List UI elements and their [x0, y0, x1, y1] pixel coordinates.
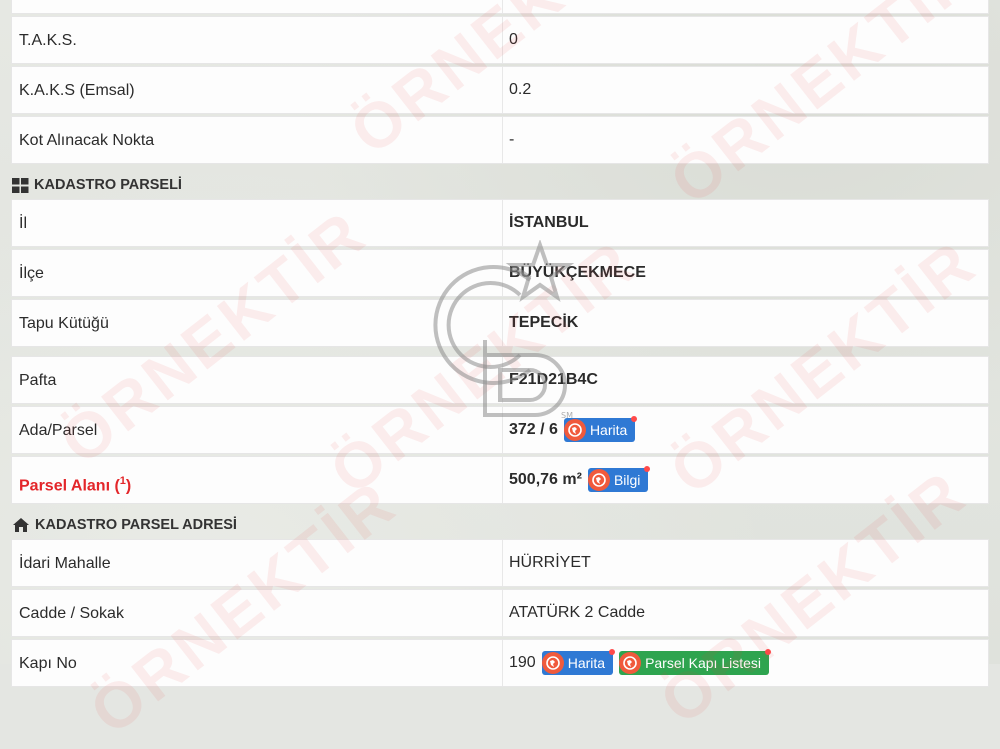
row-label: Pafta	[19, 372, 57, 389]
section-title: KADASTRO PARSELİ	[34, 177, 182, 193]
row-value: HÜRRİYET	[509, 554, 591, 571]
row-label: İlçe	[19, 265, 44, 282]
table-row-kaks: K.A.K.S (Emsal) 0.2	[11, 66, 989, 114]
table-row-idari-mahalle: İdari Mahalle HÜRRİYET	[11, 539, 989, 587]
row-value: 190	[509, 654, 536, 671]
notification-dot	[644, 466, 651, 472]
globe-icon	[563, 419, 586, 441]
notification-dot	[631, 416, 638, 422]
row-value: 372 / 6	[509, 421, 558, 438]
section-header-kadastro: KADASTRO PARSELİ	[12, 170, 182, 200]
table-row-kot: Kot Alınacak Nokta -	[11, 116, 989, 164]
home-icon	[13, 518, 29, 532]
table-row-taks: T.A.K.S. 0	[11, 16, 989, 64]
row-label: Parsel Alanı (1)	[19, 475, 132, 495]
section-header-adres: KADASTRO PARSEL ADRESİ	[12, 510, 237, 540]
table-row-ada-parsel: Ada/Parsel 372 / 6 Harita	[11, 406, 989, 454]
row-value: 0.2	[509, 81, 532, 98]
globe-icon	[541, 652, 564, 674]
parsel-kapi-listesi-button[interactable]: Parsel Kapı Listesi	[619, 649, 772, 675]
table-row-tapu-kutugu: Tapu Kütüğü TEPECİK	[11, 299, 989, 347]
row-value: ATATÜRK 2 Cadde	[509, 604, 646, 621]
table-row-cadde-sokak: Cadde / Sokak ATATÜRK 2 Cadde	[11, 589, 989, 637]
row-label: T.A.K.S.	[19, 32, 77, 49]
row-value: F21D21B4C	[509, 371, 598, 388]
row-label: Tapu Kütüğü	[19, 315, 109, 332]
bilgi-button-label: Bilgi	[613, 472, 641, 488]
section-title: KADASTRO PARSEL ADRESİ	[35, 517, 237, 533]
row-label: Kapı No	[19, 655, 77, 672]
row-value: TEPECİK	[509, 314, 579, 331]
row-value: İSTANBUL	[509, 214, 589, 231]
row-label: K.A.K.S (Emsal)	[19, 82, 135, 99]
table-row-parsel-alani: Parsel Alanı (1) 500,76 m² Bilgi	[11, 456, 989, 504]
table-row-kapi-no: Kapı No 190 Harita Parsel Kapı Listesi	[11, 639, 989, 687]
row-value: 0	[509, 31, 518, 48]
harita-button-label: Harita	[567, 655, 606, 671]
globe-icon	[587, 469, 610, 491]
row-value: 500,76 m²	[509, 471, 582, 488]
table-row-il: İl İSTANBUL	[11, 199, 989, 247]
row-value: -	[509, 131, 515, 148]
table-row-ilce: İlçe BÜYÜKÇEKMECE	[11, 249, 989, 297]
row-label: Cadde / Sokak	[19, 605, 124, 622]
row-label: İdari Mahalle	[19, 555, 111, 572]
table-row-pafta: Pafta F21D21B4C	[11, 356, 989, 404]
row-label: Kot Alınacak Nokta	[19, 132, 155, 149]
row-label: İl	[19, 215, 27, 232]
notification-dot	[609, 649, 616, 655]
harita-button[interactable]: Harita	[541, 649, 616, 675]
row-label: Ada/Parsel	[19, 422, 98, 439]
parsel-kapi-listesi-label: Parsel Kapı Listesi	[645, 655, 762, 671]
globe-icon	[619, 652, 642, 674]
notification-dot	[765, 649, 772, 655]
row-value: BÜYÜKÇEKMECE	[509, 264, 646, 281]
grid-icon	[12, 177, 29, 193]
bilgi-button[interactable]: Bilgi	[587, 466, 651, 492]
harita-button-label: Harita	[589, 422, 628, 438]
harita-button[interactable]: Harita	[563, 416, 638, 442]
table-row	[11, 0, 989, 14]
